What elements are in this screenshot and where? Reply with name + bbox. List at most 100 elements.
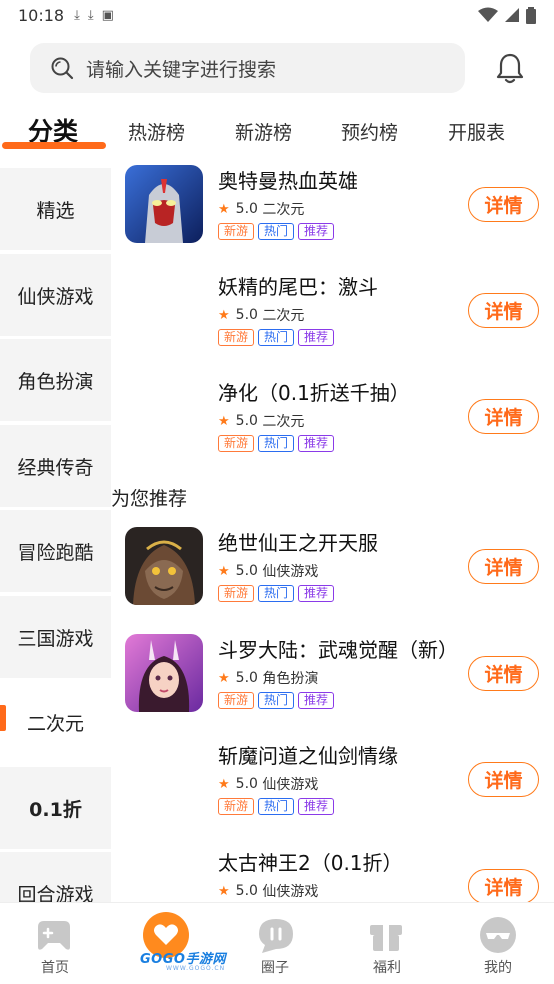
tag-new: 新游 [218,223,255,240]
tag-hot: 热门 [258,435,295,452]
tag-new: 新游 [218,435,255,452]
category-item[interactable]: 精选 [0,168,111,250]
tab-new-games[interactable]: 新游榜 [235,118,292,145]
active-category-marker [0,705,6,731]
download-icon: ⤓ [74,7,80,23]
game-rating: 5.0 [235,201,258,217]
category-label: 经典传奇 [17,456,94,479]
detail-button[interactable]: 详情 [468,399,539,434]
game-list-item[interactable]: 斗罗大陆：武魂觉醒（新） ★ 5.0 角色扮演 新游 热门 推荐 详情 [111,634,554,734]
category-label: 二次元 [26,712,84,735]
category-label: 精选 [36,199,75,222]
game-icon [125,740,203,818]
tag-group: 新游 热门 推荐 [218,692,335,709]
game-name: 太古神王2（0.1折） [218,851,403,875]
bell-icon[interactable] [495,52,525,84]
category-item[interactable]: 0.1折 [0,767,111,849]
game-name: 奥特曼热血英雄 [218,169,358,193]
search-input[interactable]: 请输入关键字进行搜索 [30,43,465,93]
bottom-nav: 首页 圈子 福利 我的 [0,902,554,984]
active-tab-indicator [2,142,106,149]
game-meta: ★ 5.0 仙侠游戏 [218,561,318,581]
tab-bar: 分类 热游榜 新游榜 预约榜 开服表 [0,112,554,156]
star-icon: ★ [218,776,230,792]
detail-button[interactable]: 详情 [468,762,539,797]
game-genre: 角色扮演 [262,671,319,687]
battery-icon [526,6,536,24]
nav-circle[interactable]: 圈子 [220,903,330,984]
game-meta: ★ 5.0 二次元 [218,411,304,431]
tag-recommended: 推荐 [298,585,335,602]
game-genre: 二次元 [262,202,305,218]
game-icon [125,271,203,349]
status-time: 10:18 [18,5,65,25]
game-rating: 5.0 [235,307,258,323]
category-item[interactable]: 仙侠游戏 [0,254,111,336]
nav-home[interactable]: 首页 [0,903,110,984]
tag-group: 新游 热门 推荐 [218,223,335,240]
game-icon-ultraman [125,165,203,243]
detail-button[interactable]: 详情 [468,549,539,584]
category-item[interactable]: 经典传奇 [0,425,111,507]
game-name: 绝世仙王之开天服 [218,531,378,555]
category-label: 冒险跑酷 [17,541,94,564]
category-label: 0.1折 [29,798,82,821]
category-item[interactable]: 角色扮演 [0,339,111,421]
star-icon: ★ [218,307,230,323]
game-rating: 5.0 [235,670,258,686]
nav-label: 我的 [484,960,512,976]
game-list-item[interactable]: 奥特曼热血英雄 ★ 5.0 二次元 新游 热门 推荐 详情 [111,165,554,265]
game-rating: 5.0 [235,413,258,429]
detail-button[interactable]: 详情 [468,869,539,904]
game-meta: ★ 5.0 二次元 [218,305,304,325]
search-placeholder: 请输入关键字进行搜索 [86,58,277,81]
game-meta: ★ 5.0 角色扮演 [218,668,318,688]
tag-recommended: 推荐 [298,692,335,709]
star-icon: ★ [218,201,230,217]
detail-button[interactable]: 详情 [468,187,539,222]
tag-recommended: 推荐 [298,223,335,240]
game-meta: ★ 5.0 仙侠游戏 [218,774,318,794]
nav-mine[interactable]: 我的 [443,903,553,984]
game-list-item[interactable]: 妖精的尾巴：激斗 ★ 5.0 二次元 新游 热门 推荐 详情 [111,271,554,371]
star-icon: ★ [218,883,230,899]
detail-button[interactable]: 详情 [468,656,539,691]
tab-hot-games[interactable]: 热游榜 [128,118,185,145]
nav-label: 圈子 [261,960,289,976]
watermark-logo: GOGO手游网 WWW.GOGO.CN [140,948,226,972]
game-list-item[interactable]: 绝世仙王之开天服 ★ 5.0 仙侠游戏 新游 热门 推荐 详情 [111,527,554,627]
tag-group: 新游 热门 推荐 [218,435,335,452]
tag-new: 新游 [218,692,255,709]
category-item[interactable]: 冒险跑酷 [0,510,111,592]
category-item[interactable]: 三国游戏 [0,596,111,678]
chat-bubble-icon [259,919,293,953]
profile-icon [480,917,516,953]
tag-new: 新游 [218,585,255,602]
detail-button[interactable]: 详情 [468,293,539,328]
tag-recommended: 推荐 [298,798,335,815]
game-list-item[interactable]: 斩魔问道之仙剑情缘 ★ 5.0 仙侠游戏 新游 热门 推荐 详情 [111,740,554,840]
category-label: 三国游戏 [17,627,94,650]
game-list-item[interactable]: 净化（0.1折送千抽） ★ 5.0 二次元 新游 热门 推荐 详情 [111,377,554,477]
game-icon-douluo [125,634,203,712]
tab-server-schedule[interactable]: 开服表 [448,118,505,145]
category-label: 回合游戏 [17,883,94,903]
category-label: 仙侠游戏 [17,285,94,308]
star-icon: ★ [218,670,230,686]
category-item[interactable]: 回合游戏 [0,852,111,902]
category-label: 角色扮演 [17,370,94,393]
game-name: 净化（0.1折送千抽） [218,381,410,405]
star-icon: ★ [218,563,230,579]
game-rating: 5.0 [235,883,258,899]
tab-reservations[interactable]: 预约榜 [341,118,398,145]
tag-hot: 热门 [258,329,295,346]
tag-recommended: 推荐 [298,329,335,346]
game-genre: 二次元 [262,308,305,324]
star-icon: ★ [218,413,230,429]
category-item-active[interactable]: 二次元 [0,681,111,763]
tag-hot: 热门 [258,692,295,709]
wifi-icon [478,7,498,22]
nav-welfare[interactable]: 福利 [332,903,442,984]
tag-group: 新游 热门 推荐 [218,329,335,346]
game-icon-monkey-king [125,527,203,605]
